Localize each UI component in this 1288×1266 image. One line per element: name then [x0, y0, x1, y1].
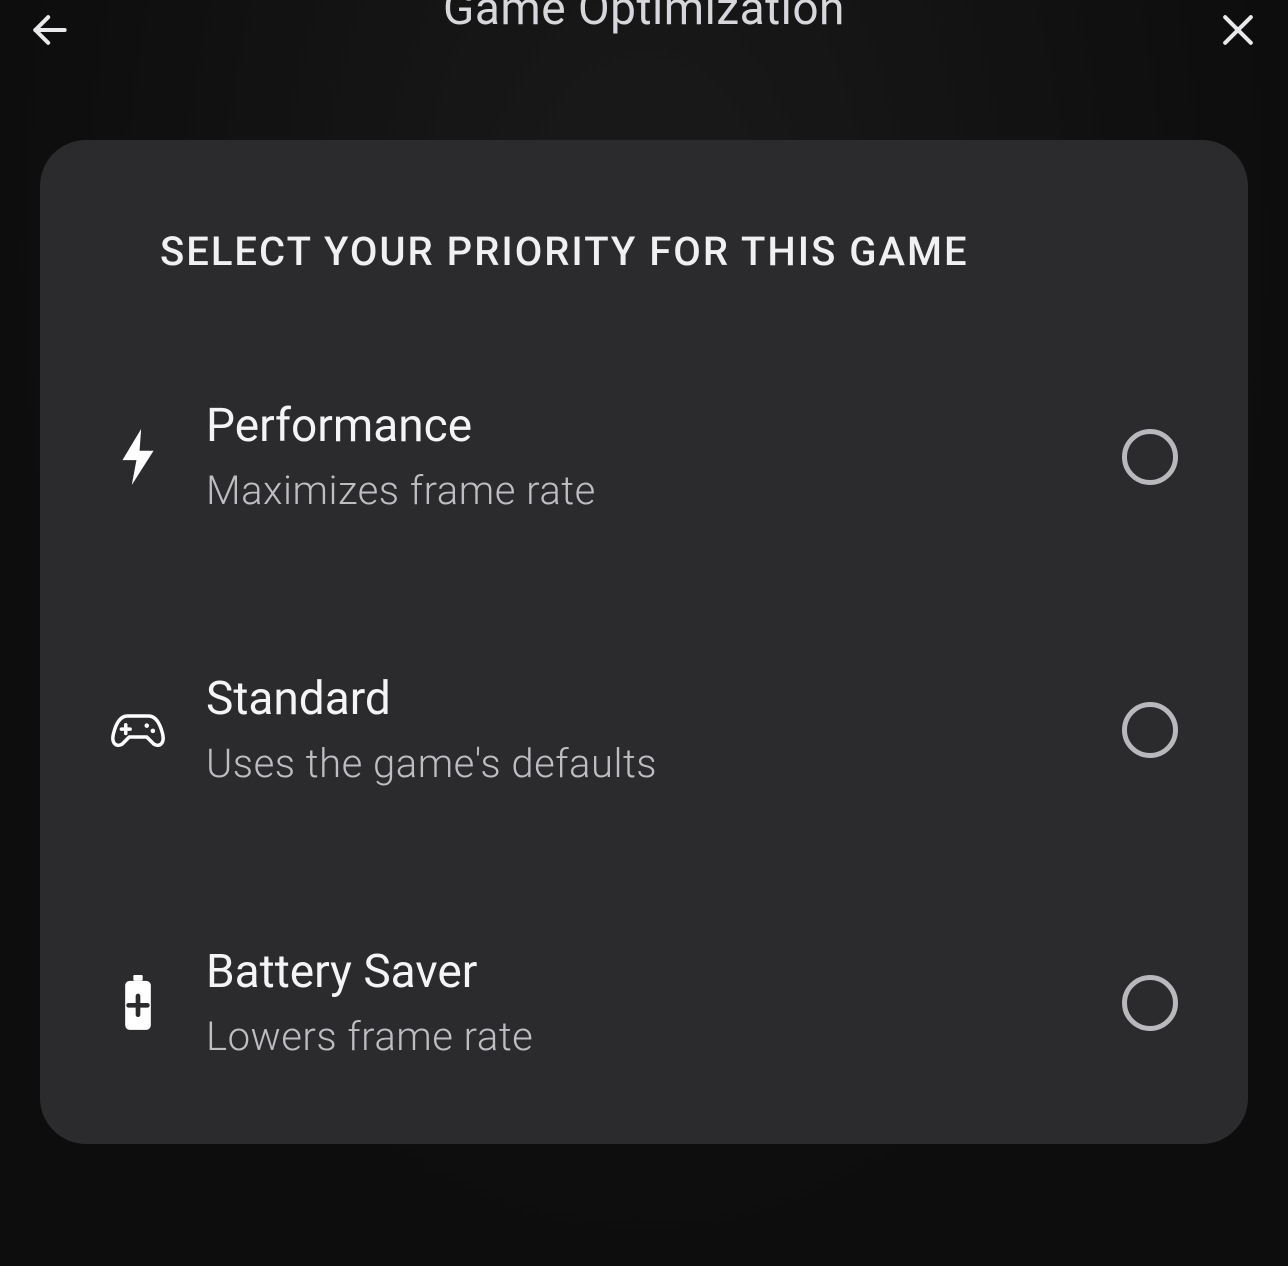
- card-heading: SELECT YOUR PRIORITY FOR THIS GAME: [160, 228, 1158, 275]
- option-texts: Performance Maximizes frame rate: [206, 399, 1082, 514]
- option-subtitle: Uses the game's defaults: [206, 740, 1082, 787]
- option-title: Performance: [206, 399, 1082, 453]
- option-texts: Battery Saver Lowers frame rate: [206, 945, 1082, 1060]
- option-subtitle: Maximizes frame rate: [206, 467, 1082, 514]
- option-title: Standard: [206, 672, 1082, 726]
- option-texts: Standard Uses the game's defaults: [206, 672, 1082, 787]
- back-button[interactable]: [20, 0, 80, 60]
- bolt-icon: [110, 429, 166, 485]
- option-battery-saver[interactable]: Battery Saver Lowers frame rate: [110, 921, 1178, 1084]
- priority-card: SELECT YOUR PRIORITY FOR THIS GAME Perfo…: [40, 140, 1248, 1144]
- page-title: Game Optimization: [80, 0, 1208, 32]
- battery-plus-icon: [110, 975, 166, 1031]
- radio-standard[interactable]: [1122, 702, 1178, 758]
- gamepad-icon: [110, 702, 166, 758]
- arrow-left-icon: [28, 8, 72, 52]
- close-button[interactable]: [1208, 0, 1268, 60]
- screen: Game Optimization SELECT YOUR PRIORITY F…: [0, 0, 1288, 1266]
- top-bar: Game Optimization: [0, 0, 1288, 60]
- radio-battery-saver[interactable]: [1122, 975, 1178, 1031]
- close-icon: [1216, 8, 1260, 52]
- option-title: Battery Saver: [206, 945, 1082, 999]
- option-standard[interactable]: Standard Uses the game's defaults: [110, 648, 1178, 811]
- radio-performance[interactable]: [1122, 429, 1178, 485]
- option-subtitle: Lowers frame rate: [206, 1013, 1082, 1060]
- option-performance[interactable]: Performance Maximizes frame rate: [110, 375, 1178, 538]
